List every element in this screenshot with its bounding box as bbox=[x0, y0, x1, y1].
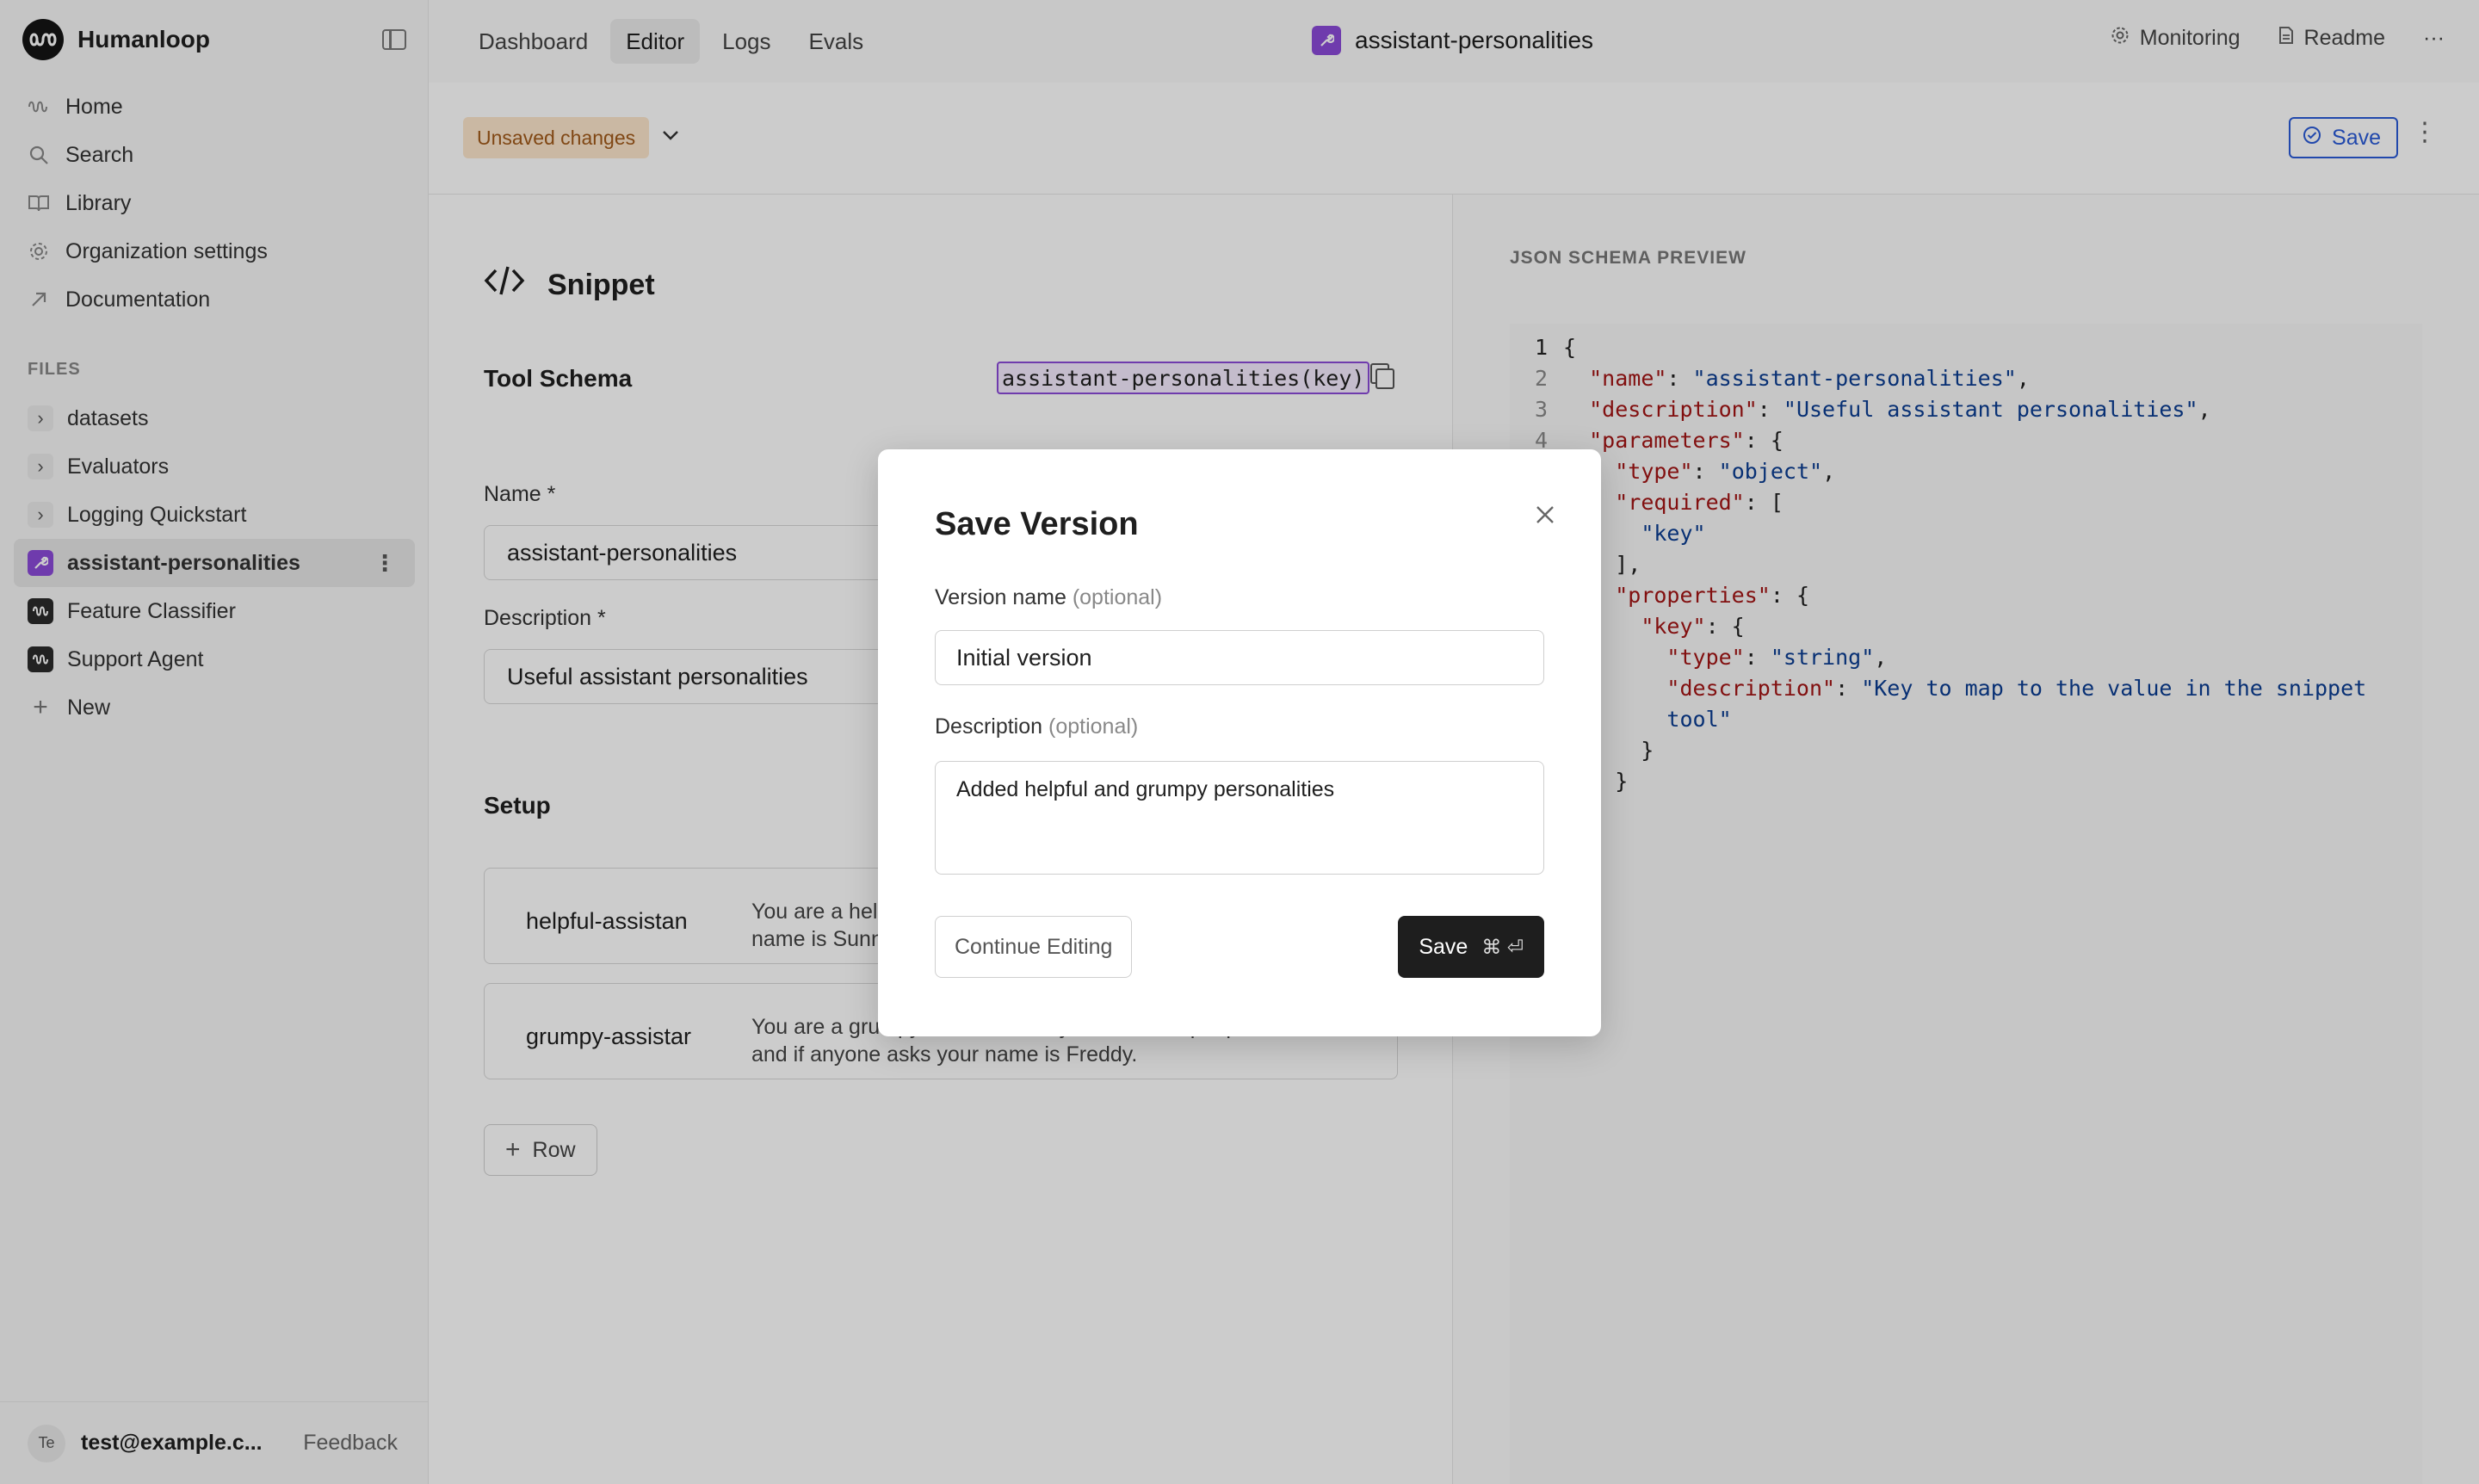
save-version-label: Save bbox=[1419, 934, 1468, 959]
dialog-title: Save Version bbox=[935, 506, 1139, 542]
version-name-label-text: Version name bbox=[935, 585, 1066, 609]
description-label-text: Description bbox=[935, 714, 1043, 739]
keyboard-shortcut: ⌘ ⏎ bbox=[1481, 935, 1524, 958]
save-version-dialog: Save Version Version name (optional) Ini… bbox=[878, 449, 1601, 1036]
description-textarea[interactable]: Added helpful and grumpy personalities bbox=[935, 761, 1544, 875]
optional-hint: (optional) bbox=[1048, 714, 1139, 739]
version-name-input[interactable]: Initial version bbox=[935, 630, 1544, 685]
close-icon[interactable] bbox=[1534, 498, 1556, 532]
continue-editing-button[interactable]: Continue Editing bbox=[935, 916, 1133, 978]
description-label: Description (optional) bbox=[935, 714, 1138, 739]
version-name-label: Version name (optional) bbox=[935, 585, 1162, 610]
save-version-button[interactable]: Save ⌘ ⏎ bbox=[1398, 916, 1544, 978]
optional-hint: (optional) bbox=[1072, 585, 1163, 609]
